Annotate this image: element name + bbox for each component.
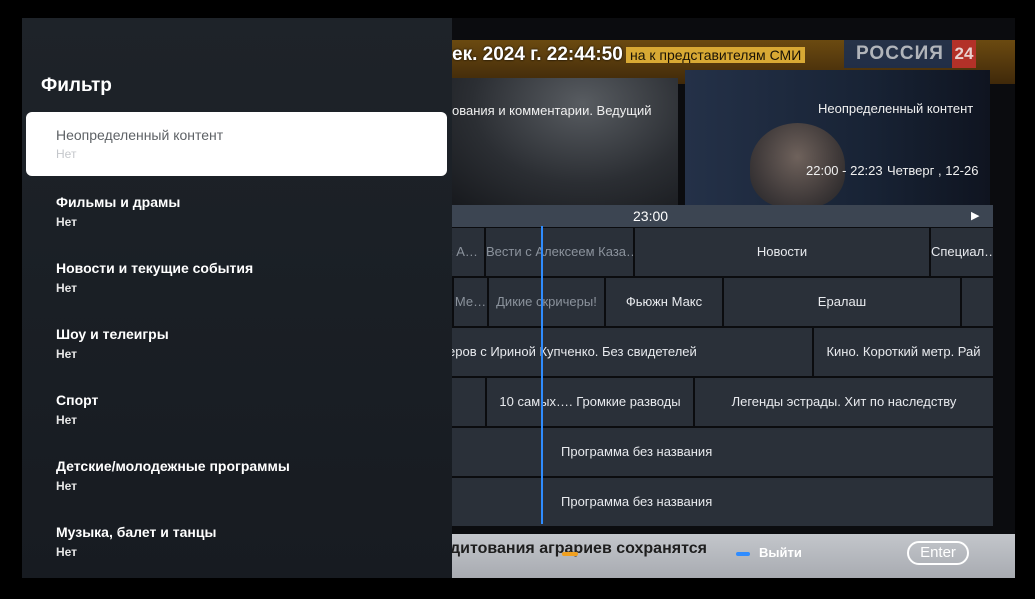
filter-title: Фильтр	[41, 75, 112, 96]
enter-button[interactable]: Enter	[907, 541, 969, 565]
program-cell[interactable]: Кино. Короткий метр. Рай	[814, 328, 993, 376]
filter-item-value: Нет	[56, 479, 78, 493]
filter-item-label: Фильмы и драмы	[56, 194, 181, 210]
exit-button[interactable]: Выйти	[759, 545, 802, 560]
filter-item-value: Нет	[56, 147, 77, 161]
timeline-label: 23:00	[633, 208, 669, 224]
program-cell[interactable]: еров с Ириной Купченко. Без свидетелей	[440, 328, 814, 376]
filter-item-label: Шоу и телеигры	[56, 326, 169, 342]
filter-item-value: Нет	[56, 281, 78, 295]
program-row: Ме… Дикие скричеры! Фьюжн Макс Ералаш	[440, 278, 993, 326]
broadcast-datetime: ек. 2024 г. 22:44:50	[452, 44, 623, 65]
filter-item-news[interactable]: Новости и текущие события Нет	[26, 248, 447, 312]
tv-screen: на к представителям СМИ ек. 2024 г. 22:4…	[0, 0, 1035, 599]
broadcast-ticker: на к представителям СМИ	[626, 47, 806, 63]
filter-item-label: Неопределенный контент	[56, 127, 224, 143]
program-cell[interactable]: Новости	[635, 228, 931, 276]
program-cell[interactable]: Фьюжн Макс	[606, 278, 724, 326]
timeline-bar: 23:00 ▶	[440, 205, 993, 227]
program-cell[interactable]: 10 самых…. Громкие разводы	[487, 378, 695, 426]
filter-item-undefined-content[interactable]: Неопределенный контент Нет	[26, 112, 447, 176]
program-cell[interactable]: Программа без названия	[543, 478, 993, 526]
program-content-type: Неопределенный контент	[818, 101, 974, 116]
tv-guide-area: на к представителям СМИ ек. 2024 г. 22:4…	[440, 18, 1015, 578]
current-time-indicator	[541, 226, 543, 524]
yellow-key-icon	[562, 552, 578, 556]
program-row: 10 самых…. Громкие разводы Легенды эстра…	[440, 378, 993, 426]
bottom-ticker-text: дитования аграриев сохранятся	[450, 540, 707, 557]
channel-logo-number: 24	[952, 40, 976, 68]
program-cell[interactable]	[440, 478, 543, 526]
filter-item-label: Детские/молодежные программы	[56, 458, 290, 474]
program-cell[interactable]: Легенды эстрады. Хит по наследству	[695, 378, 993, 426]
filter-item-sport[interactable]: Спорт Нет	[26, 380, 447, 444]
program-time-range: 22:00 - 22:23	[806, 163, 883, 178]
program-row: еров с Ириной Купченко. Без свидетелей К…	[440, 328, 993, 376]
filter-item-value: Нет	[56, 347, 78, 361]
filter-item-movies-dramas[interactable]: Фильмы и драмы Нет	[26, 182, 447, 246]
filter-panel: Фильтр Неопределенный контент Нет Фильмы…	[22, 18, 452, 578]
filter-item-label: Музыка, балет и танцы	[56, 524, 217, 540]
filter-item-value: Нет	[56, 413, 78, 427]
program-row: с А… Вести с Алексеем Каза… Новости Спец…	[440, 228, 993, 276]
program-cell[interactable]	[440, 428, 543, 476]
filter-item-value: Нет	[56, 215, 78, 229]
arrow-right-icon[interactable]: ▶	[971, 209, 979, 222]
program-cell[interactable]: Ме…	[454, 278, 489, 326]
program-cell[interactable]: Ералаш	[724, 278, 962, 326]
filter-item-music-ballet[interactable]: Музыка, балет и танцы Нет	[26, 512, 447, 576]
program-cell[interactable]	[962, 278, 993, 326]
program-cell[interactable]: Вести с Алексеем Каза…	[486, 228, 635, 276]
filter-item-label: Спорт	[56, 392, 99, 408]
program-cell[interactable]: Программа без названия	[543, 428, 993, 476]
program-cell[interactable]: Дикие скричеры!	[489, 278, 606, 326]
program-row: Программа без названия	[440, 478, 993, 526]
program-row: Программа без названия	[440, 428, 993, 476]
filter-item-shows-games[interactable]: Шоу и телеигры Нет	[26, 314, 447, 378]
filter-item-value: Нет	[56, 545, 78, 559]
program-day: Четверг , 12-26	[887, 163, 979, 178]
video-preview-left	[440, 78, 678, 206]
filter-item-kids-youth[interactable]: Детские/молодежные программы Нет	[26, 446, 447, 510]
blue-key-icon	[736, 552, 750, 556]
program-grid: с А… Вести с Алексеем Каза… Новости Спец…	[440, 228, 993, 528]
program-cell[interactable]: Специал…	[931, 228, 993, 276]
filter-item-label: Новости и текущие события	[56, 260, 254, 276]
program-description: ования и комментарии. Ведущий	[452, 103, 652, 118]
